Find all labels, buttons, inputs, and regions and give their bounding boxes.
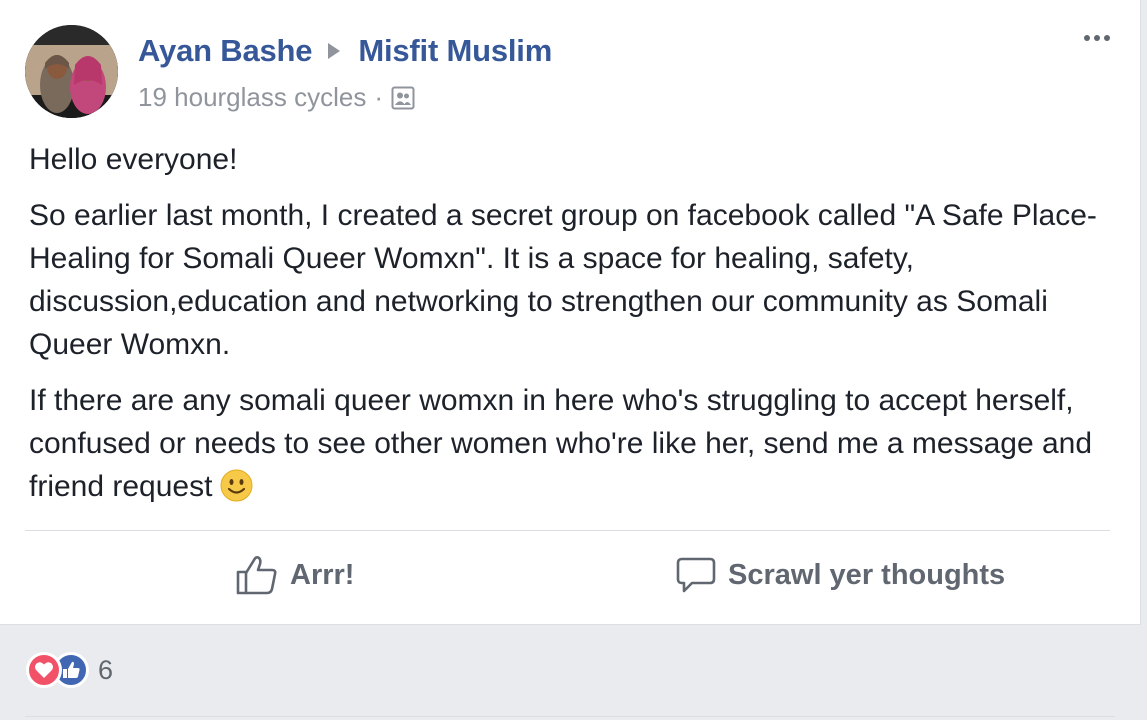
post-timestamp[interactable]: 19 hourglass cycles (138, 82, 366, 113)
post-card: Ayan Bashe Misfit Muslim 19 hourglass cy… (0, 0, 1141, 625)
like-label: Arrr! (290, 558, 355, 591)
action-divider (25, 530, 1110, 531)
love-reaction-icon (26, 652, 62, 688)
post-body: Hello everyone! So earlier last month, I… (29, 138, 1119, 521)
comment-button[interactable]: Scrawl yer thoughts (676, 555, 1005, 595)
post-header-title: Ayan Bashe Misfit Muslim (138, 33, 552, 69)
meta-separator: · (374, 82, 384, 112)
bottom-divider (25, 716, 1115, 717)
group-audience-icon[interactable] (391, 86, 415, 110)
post-paragraph: Hello everyone! (29, 143, 238, 176)
reaction-summary[interactable]: 6 (26, 652, 113, 688)
author-name-link[interactable]: Ayan Bashe (138, 33, 313, 69)
right-arrow-icon (328, 43, 341, 59)
post-paragraph-text: If there are any somali queer womxn in h… (29, 384, 1093, 503)
comment-label: Scrawl yer thoughts (728, 558, 1006, 591)
more-options-icon[interactable] (1084, 35, 1110, 41)
post-meta: 19 hourglass cycles · (138, 82, 415, 113)
post-paragraph-last: If there are any somali queer womxn in h… (29, 379, 1119, 508)
like-button[interactable]: Arrr! (236, 555, 354, 595)
avatar[interactable] (25, 25, 118, 118)
smiley-emoji-icon (220, 469, 253, 502)
more-dot (1104, 35, 1110, 41)
comment-bubble-icon (676, 557, 716, 593)
reaction-count: 6 (98, 654, 114, 685)
thumbs-up-icon (236, 556, 277, 595)
post-paragraph: So earlier last month, I created a secre… (29, 199, 1097, 361)
more-dot (1094, 35, 1100, 41)
group-name-link[interactable]: Misfit Muslim (358, 33, 552, 69)
more-dot (1084, 35, 1090, 41)
